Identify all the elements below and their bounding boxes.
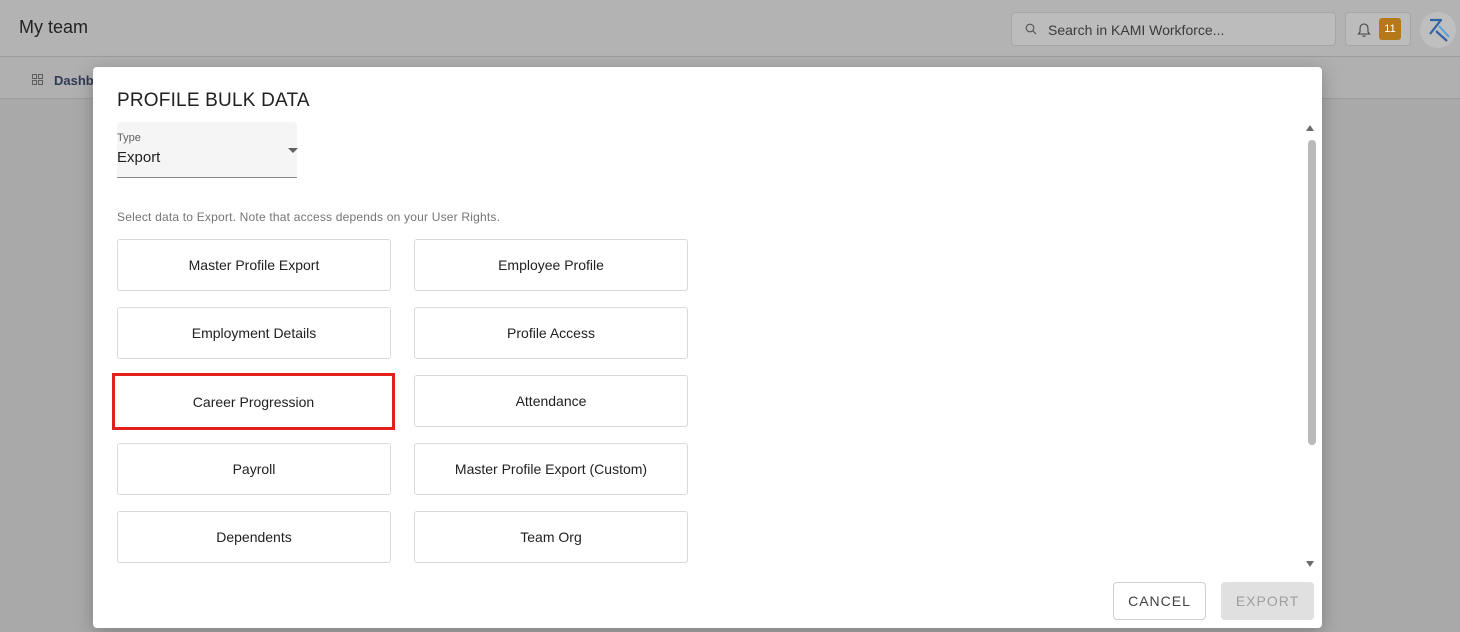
top-bar: My team Search in KAMI Workforce... 11 (0, 0, 1460, 57)
kami-logo-icon[interactable] (1420, 12, 1456, 48)
dialog-title: PROFILE BULK DATA (117, 90, 310, 111)
scroll-down-arrow[interactable] (1306, 561, 1314, 567)
type-select-value: Export (117, 149, 161, 166)
notification-count-badge: 11 (1379, 18, 1401, 40)
option-payroll[interactable]: Payroll (117, 443, 391, 495)
option-career-progression[interactable]: Career Progression (112, 373, 395, 430)
page-title: My team (19, 17, 89, 37)
chevron-down-icon (288, 148, 298, 153)
type-select-label: Type (117, 132, 141, 144)
bell-icon (1357, 23, 1371, 37)
grid-icon (32, 74, 43, 85)
search-icon (1025, 23, 1037, 35)
scrollbar-thumb[interactable] (1308, 140, 1316, 445)
option-employee-profile[interactable]: Employee Profile (414, 239, 688, 291)
export-hint-text: Select data to Export. Note that access … (117, 210, 501, 224)
option-master-profile-export-custom[interactable]: Master Profile Export (Custom) (414, 443, 688, 495)
scroll-up-arrow[interactable] (1306, 125, 1314, 131)
dashboard-tab[interactable]: Dashb (54, 73, 94, 88)
profile-bulk-data-dialog: PROFILE BULK DATA Type Export Select dat… (93, 67, 1322, 628)
search-box[interactable]: Search in KAMI Workforce... (1011, 12, 1336, 46)
export-button[interactable]: EXPORT (1221, 582, 1314, 620)
option-employment-details[interactable]: Employment Details (117, 307, 391, 359)
option-attendance[interactable]: Attendance (414, 375, 688, 427)
option-profile-access[interactable]: Profile Access (414, 307, 688, 359)
notifications-button[interactable]: 11 (1345, 12, 1411, 46)
cancel-button[interactable]: CANCEL (1113, 582, 1206, 620)
type-select[interactable]: Type Export (117, 122, 298, 178)
search-placeholder: Search in KAMI Workforce... (1048, 22, 1225, 38)
option-master-profile-export[interactable]: Master Profile Export (117, 239, 391, 291)
option-team-org[interactable]: Team Org (414, 511, 688, 563)
option-dependents[interactable]: Dependents (117, 511, 391, 563)
